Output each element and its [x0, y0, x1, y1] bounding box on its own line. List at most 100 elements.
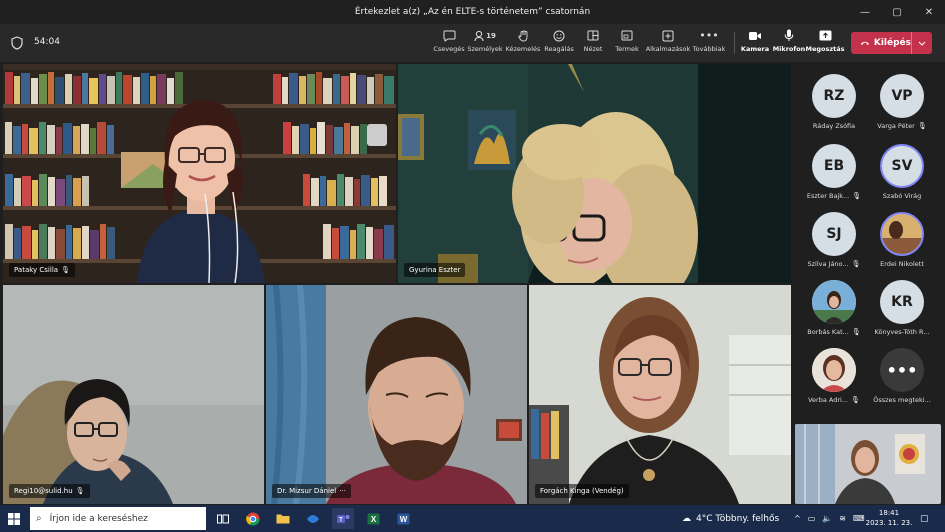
view-button[interactable]: Nézet	[580, 27, 606, 59]
teams-meeting-window: Értekezlet a(z) „Az én ELTE-s történetem…	[0, 0, 945, 532]
react-button[interactable]: Reagálás	[544, 27, 574, 59]
roster-person[interactable]: EB Eszter Bajk... 🎙	[797, 144, 871, 212]
participant-name-tag: Regi10@sulid.hu 🎙	[9, 484, 90, 498]
apps-plus-icon	[662, 27, 674, 44]
maximize-button[interactable]: ▢	[881, 0, 913, 24]
people-button[interactable]: 19 Személyek	[467, 27, 503, 59]
meeting-toolbar: 54:04 Csevegés 19 Személyek Kézemelés Re…	[0, 24, 945, 62]
roster-person[interactable]: SV Szabó Virág	[865, 144, 939, 212]
word-icon[interactable]: W	[392, 508, 414, 529]
shield-icon	[11, 36, 23, 50]
minimize-button[interactable]: —	[849, 0, 881, 24]
more-dots-icon: •••	[880, 348, 924, 392]
participant-name: Forgách Kinga (Vendég)	[540, 487, 624, 495]
svg-text:W: W	[399, 515, 407, 524]
share-button[interactable]: Megosztás	[805, 27, 845, 59]
taskbar-search[interactable]: ⌕ Írjon ide a kereséshez	[30, 507, 206, 530]
roster-name: Erdei Nikolett	[880, 260, 924, 268]
chat-icon	[443, 27, 456, 44]
more-dots-icon[interactable]: ···	[339, 484, 346, 498]
layout-icon	[587, 27, 599, 44]
share-screen-icon	[819, 27, 832, 44]
roster-name: Borbás Kat...	[807, 328, 849, 336]
avatar: SV	[880, 144, 924, 188]
mic-button[interactable]: Mikrofon	[773, 27, 805, 59]
view-label: Nézet	[583, 45, 603, 53]
roster-person[interactable]: KR Könyves-Tóth R...	[865, 280, 939, 348]
view-all-participants[interactable]: ••• Összes megteki...	[865, 348, 939, 416]
search-icon: ⌕	[36, 513, 42, 524]
network-icon[interactable]: ▭	[808, 514, 816, 523]
share-label: Megosztás	[805, 45, 845, 53]
mic-muted-icon: 🎙	[61, 266, 70, 274]
roster-person[interactable]: SJ Szilva Jáno... 🎙	[797, 212, 871, 280]
keyboard-icon[interactable]: ⌨	[853, 514, 865, 523]
teams-icon[interactable]: T	[332, 508, 354, 529]
self-video-frame	[795, 424, 941, 504]
video-frame	[398, 64, 791, 283]
windows-taskbar: ⌕ Írjon ide a kereséshez T X W ☁ 4°C Töb…	[0, 505, 945, 532]
system-clock[interactable]: 18:41 2023. 11. 23.	[864, 508, 914, 528]
participant-name: Dr. Mizsur Dániel	[277, 487, 337, 495]
avatar: RZ	[812, 74, 856, 118]
svg-text:T: T	[339, 517, 343, 523]
camera-button[interactable]: Kamera	[741, 27, 769, 59]
apps-label: Alkalmazások	[645, 45, 691, 53]
roster-person[interactable]: Borbás Kat... 🎙	[797, 280, 871, 348]
mic-muted-icon: 🎙	[851, 396, 860, 404]
rooms-button[interactable]: Termek	[612, 27, 642, 59]
self-preview[interactable]	[795, 424, 941, 504]
smile-icon	[553, 27, 565, 44]
mic-muted-icon: 🎙	[917, 122, 927, 130]
weather-widget[interactable]: ☁ 4°C Többny. felhős	[682, 505, 779, 532]
video-tile-4[interactable]: Dr. Mizsur Dániel ···	[266, 285, 527, 504]
video-tile-5[interactable]: Forgách Kinga (Vendég)	[529, 285, 791, 504]
video-tile-2[interactable]: Gyurina Eszter	[398, 64, 791, 283]
participant-name: Pataky Csilla	[14, 266, 59, 274]
mic-muted-icon: 🎙	[852, 192, 862, 200]
wifi-icon[interactable]: ≋	[839, 514, 846, 523]
chat-button[interactable]: Csevegés	[433, 27, 465, 59]
notification-icon[interactable]: ▢	[920, 505, 929, 532]
excel-icon[interactable]: X	[362, 508, 384, 529]
video-tile-3[interactable]: Regi10@sulid.hu 🎙	[3, 285, 264, 504]
leave-main[interactable]: Kilépés	[851, 32, 911, 54]
chevron-down-icon[interactable]	[911, 32, 932, 54]
app-icon[interactable]	[302, 508, 324, 529]
toolbar-separator	[734, 32, 735, 54]
apps-button[interactable]: Alkalmazások	[645, 27, 691, 59]
people-icon: 19	[474, 27, 496, 44]
roster-person[interactable]: Erdei Nikolett	[865, 212, 939, 280]
roster-person[interactable]: Verba Adri... 🎙	[797, 348, 871, 416]
camera-icon	[748, 27, 762, 44]
roster-name: Összes megteki...	[873, 396, 931, 404]
mic-muted-icon: 🎙	[75, 487, 85, 495]
file-explorer-icon[interactable]	[272, 508, 294, 529]
task-view-icon[interactable]	[212, 508, 234, 529]
leave-button[interactable]: Kilépés	[851, 32, 932, 54]
start-button[interactable]	[0, 505, 28, 532]
roster-name: Szilva Jáno...	[807, 260, 849, 268]
raise-hand-label: Kézemelés	[505, 45, 541, 53]
roster-person[interactable]: VP Varga Péter 🎙	[865, 74, 939, 142]
meeting-timer: 54:04	[34, 37, 60, 47]
people-count: 19	[486, 31, 496, 40]
avatar-photo	[812, 348, 856, 392]
mic-muted-icon: 🎙	[851, 328, 861, 336]
avatar: KR	[880, 280, 924, 324]
participant-name-tag: Forgách Kinga (Vendég)	[535, 484, 629, 498]
title-bar: Értekezlet a(z) „Az én ELTE-s történetem…	[0, 0, 945, 24]
close-button[interactable]: ✕	[913, 0, 945, 24]
raise-hand-button[interactable]: Kézemelés	[506, 27, 540, 59]
volume-icon[interactable]: 🔈	[822, 514, 832, 523]
breakout-rooms-icon	[621, 27, 633, 44]
participant-name-tag: Pataky Csilla 🎙	[9, 263, 75, 277]
chevron-up-icon[interactable]: ^	[794, 514, 801, 523]
roster-person[interactable]: RZ Ráday Zsófia	[797, 74, 871, 142]
more-button[interactable]: ••• Továbbiak	[693, 27, 725, 59]
avatar-photo	[812, 280, 856, 324]
weather-text: 4°C Többny. felhős	[696, 513, 780, 524]
window-controls: — ▢ ✕	[849, 0, 945, 24]
chrome-icon[interactable]	[242, 508, 264, 529]
video-tile-1[interactable]: Pataky Csilla 🎙	[3, 64, 396, 283]
